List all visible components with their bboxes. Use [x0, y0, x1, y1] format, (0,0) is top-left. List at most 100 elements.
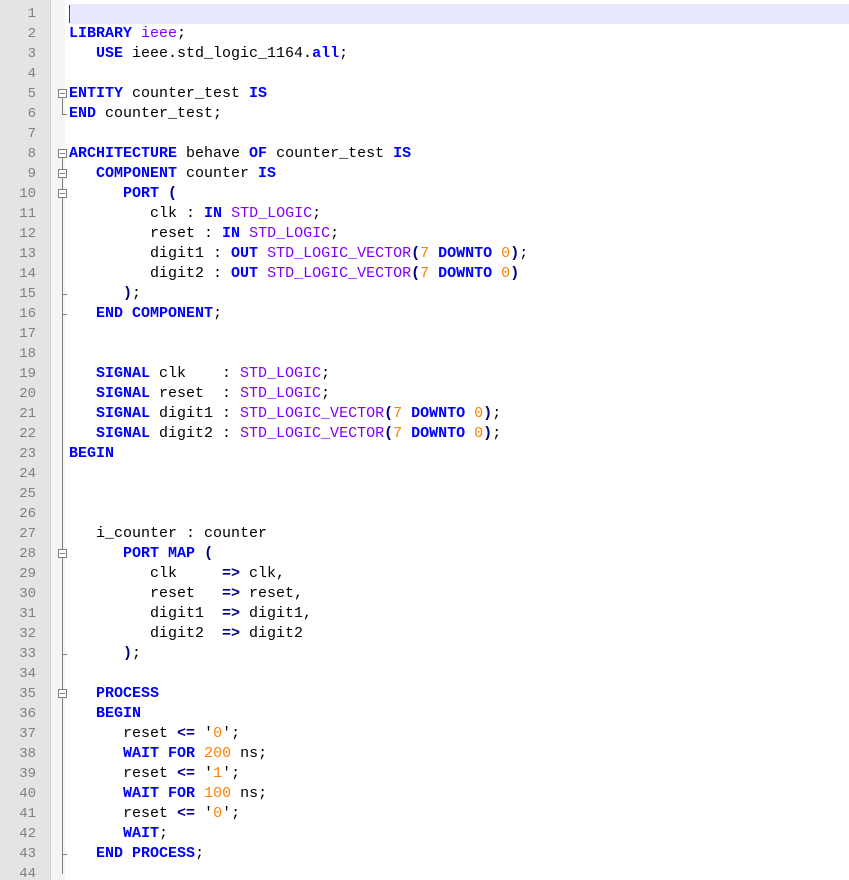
code-line[interactable]: 39 reset <= '1';: [0, 764, 849, 784]
code-line[interactable]: 38 WAIT FOR 200 ns;: [0, 744, 849, 764]
code-line[interactable]: 29 clk => clk,: [0, 564, 849, 584]
code-text[interactable]: USE ieee.std_logic_1164.all;: [69, 44, 849, 64]
code-text[interactable]: WAIT FOR 100 ns;: [69, 784, 849, 804]
code-text[interactable]: PORT (: [69, 184, 849, 204]
code-line[interactable]: 3 USE ieee.std_logic_1164.all;: [0, 44, 849, 64]
code-text[interactable]: reset : IN STD_LOGIC;: [69, 224, 849, 244]
code-line[interactable]: 1: [0, 4, 849, 24]
code-text[interactable]: SIGNAL digit2 : STD_LOGIC_VECTOR(7 DOWNT…: [69, 424, 849, 444]
code-line[interactable]: 17: [0, 324, 849, 344]
code-line[interactable]: 8 ARCHITECTURE behave OF counter_test IS: [0, 144, 849, 164]
code-line[interactable]: 14 digit2 : OUT STD_LOGIC_VECTOR(7 DOWNT…: [0, 264, 849, 284]
code-text[interactable]: [69, 464, 849, 484]
code-text[interactable]: WAIT FOR 200 ns;: [69, 744, 849, 764]
fold-toggle-icon[interactable]: [58, 149, 67, 158]
code-text[interactable]: );: [69, 644, 849, 664]
code-text[interactable]: [69, 484, 849, 504]
code-text[interactable]: i_counter : counter: [69, 524, 849, 544]
fold-toggle-icon[interactable]: [58, 549, 67, 558]
code-line[interactable]: 22 SIGNAL digit2 : STD_LOGIC_VECTOR(7 DO…: [0, 424, 849, 444]
code-line[interactable]: 33 );: [0, 644, 849, 664]
code-line[interactable]: 7: [0, 124, 849, 144]
code-line[interactable]: 15 );: [0, 284, 849, 304]
code-text[interactable]: SIGNAL reset : STD_LOGIC;: [69, 384, 849, 404]
code-line[interactable]: 43 END PROCESS;: [0, 844, 849, 864]
code-text[interactable]: reset <= '0';: [69, 724, 849, 744]
code-line[interactable]: 42 WAIT;: [0, 824, 849, 844]
code-line[interactable]: 16 END COMPONENT;: [0, 304, 849, 324]
code-text[interactable]: END COMPONENT;: [69, 304, 849, 324]
code-text[interactable]: clk => clk,: [69, 564, 849, 584]
code-token: digit1 :: [150, 405, 241, 422]
code-line[interactable]: 21 SIGNAL digit1 : STD_LOGIC_VECTOR(7 DO…: [0, 404, 849, 424]
code-text[interactable]: [69, 864, 849, 880]
line-number: 9: [27, 166, 36, 182]
code-line[interactable]: 28 PORT MAP (: [0, 544, 849, 564]
code-line[interactable]: 32 digit2 => digit2: [0, 624, 849, 644]
code-line[interactable]: 26: [0, 504, 849, 524]
code-text[interactable]: END counter_test;: [69, 104, 849, 124]
code-text[interactable]: SIGNAL digit1 : STD_LOGIC_VECTOR(7 DOWNT…: [69, 404, 849, 424]
code-line[interactable]: 35 PROCESS: [0, 684, 849, 704]
code-line[interactable]: 40 WAIT FOR 100 ns;: [0, 784, 849, 804]
code-text[interactable]: ARCHITECTURE behave OF counter_test IS: [69, 144, 849, 164]
code-text[interactable]: BEGIN: [69, 704, 849, 724]
code-editor[interactable]: 1 2 LIBRARY ieee; 3 USE ieee.std_logic_1164…: [0, 0, 849, 880]
code-line[interactable]: 41 reset <= '0';: [0, 804, 849, 824]
code-text[interactable]: digit1 : OUT STD_LOGIC_VECTOR(7 DOWNTO 0…: [69, 244, 849, 264]
code-token: IN: [222, 225, 241, 242]
code-text[interactable]: reset => reset,: [69, 584, 849, 604]
fold-toggle-icon[interactable]: [58, 689, 67, 698]
code-line[interactable]: 31 digit1 => digit1,: [0, 604, 849, 624]
code-line[interactable]: 19 SIGNAL clk : STD_LOGIC;: [0, 364, 849, 384]
code-line[interactable]: 25: [0, 484, 849, 504]
code-text[interactable]: [69, 124, 849, 144]
code-line[interactable]: 34: [0, 664, 849, 684]
fold-toggle-icon[interactable]: [58, 89, 67, 98]
code-text[interactable]: SIGNAL clk : STD_LOGIC;: [69, 364, 849, 384]
code-text[interactable]: );: [69, 284, 849, 304]
code-line[interactable]: 9 COMPONENT counter IS: [0, 164, 849, 184]
code-token: PORT: [123, 545, 160, 562]
code-text[interactable]: ENTITY counter_test IS: [69, 84, 849, 104]
code-text[interactable]: END PROCESS;: [69, 844, 849, 864]
code-text[interactable]: LIBRARY ieee;: [69, 24, 849, 44]
code-line[interactable]: 20 SIGNAL reset : STD_LOGIC;: [0, 384, 849, 404]
code-text[interactable]: COMPONENT counter IS: [69, 164, 849, 184]
code-line[interactable]: 44: [0, 864, 849, 880]
code-text[interactable]: digit2 => digit2: [69, 624, 849, 644]
fold-toggle-icon[interactable]: [58, 189, 67, 198]
code-line[interactable]: 11 clk : IN STD_LOGIC;: [0, 204, 849, 224]
code-text[interactable]: digit2 : OUT STD_LOGIC_VECTOR(7 DOWNTO 0…: [69, 264, 849, 284]
code-line[interactable]: 30 reset => reset,: [0, 584, 849, 604]
code-line[interactable]: 24: [0, 464, 849, 484]
code-text[interactable]: [69, 324, 849, 344]
code-text[interactable]: PROCESS: [69, 684, 849, 704]
code-text[interactable]: [69, 344, 849, 364]
fold-toggle-icon[interactable]: [58, 169, 67, 178]
code-text[interactable]: reset <= '1';: [69, 764, 849, 784]
code-text[interactable]: digit1 => digit1,: [69, 604, 849, 624]
code-line[interactable]: 5 ENTITY counter_test IS: [0, 84, 849, 104]
code-text[interactable]: [69, 64, 849, 84]
code-line[interactable]: 12 reset : IN STD_LOGIC;: [0, 224, 849, 244]
code-text[interactable]: clk : IN STD_LOGIC;: [69, 204, 849, 224]
code-text[interactable]: [69, 4, 849, 24]
line-number: 24: [19, 466, 36, 482]
code-text[interactable]: reset <= '0';: [69, 804, 849, 824]
code-line[interactable]: 4: [0, 64, 849, 84]
code-text[interactable]: BEGIN: [69, 444, 849, 464]
code-text[interactable]: [69, 504, 849, 524]
code-line[interactable]: 27 i_counter : counter: [0, 524, 849, 544]
code-line[interactable]: 37 reset <= '0';: [0, 724, 849, 744]
code-line[interactable]: 2 LIBRARY ieee;: [0, 24, 849, 44]
code-text[interactable]: WAIT;: [69, 824, 849, 844]
code-line[interactable]: 6 END counter_test;: [0, 104, 849, 124]
code-line[interactable]: 23 BEGIN: [0, 444, 849, 464]
code-line[interactable]: 36 BEGIN: [0, 704, 849, 724]
code-line[interactable]: 18: [0, 344, 849, 364]
code-line[interactable]: 10 PORT (: [0, 184, 849, 204]
code-text[interactable]: [69, 664, 849, 684]
code-text[interactable]: PORT MAP (: [69, 544, 849, 564]
code-line[interactable]: 13 digit1 : OUT STD_LOGIC_VECTOR(7 DOWNT…: [0, 244, 849, 264]
